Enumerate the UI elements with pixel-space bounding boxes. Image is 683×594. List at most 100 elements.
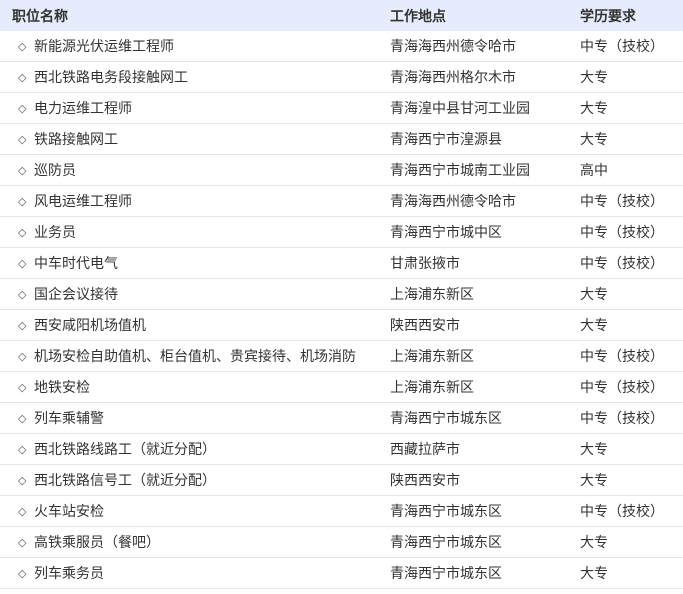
education-cell: 高中 — [580, 163, 608, 179]
education-cell: 大专 — [580, 70, 608, 86]
location-cell: 上海浦东新区 — [390, 380, 474, 396]
position-cell[interactable]: ◇ 电力运维工程师 — [0, 98, 378, 118]
education-cell: 大专 — [580, 442, 608, 458]
table-row[interactable]: ◇ 中车时代电气 甘肃张掖市 中专（技校） — [0, 248, 683, 279]
header-education: 学历要求 — [580, 8, 636, 25]
diamond-bullet-icon: ◇ — [18, 287, 27, 301]
table-body: ◇ 新能源光伏运维工程师 青海海西州德令哈市 中专（技校） ◇ 西北铁路电务段接触网工 青海… — [0, 31, 683, 589]
education-cell: 大专 — [580, 101, 608, 117]
table-row[interactable]: ◇ 西北铁路信号工（就近分配） 陕西西安市 大专 — [0, 465, 683, 496]
table-row[interactable]: ◇ 铁路接触网工 青海西宁市湟源县 大专 — [0, 124, 683, 155]
location-cell: 上海浦东新区 — [390, 287, 474, 303]
location-cell: 青海海西州格尔木市 — [390, 70, 516, 86]
position-name[interactable]: 西北铁路信号工（就近分配） — [34, 470, 216, 490]
position-name[interactable]: 地铁安检 — [34, 377, 90, 397]
diamond-bullet-icon: ◇ — [18, 411, 27, 425]
diamond-bullet-icon: ◇ — [18, 318, 27, 332]
diamond-bullet-icon: ◇ — [18, 535, 27, 549]
table-row[interactable]: ◇ 列车乘辅警 青海西宁市城东区 中专（技校） — [0, 403, 683, 434]
table-header: 职位名称 工作地点 学历要求 — [0, 0, 683, 31]
position-cell[interactable]: ◇ 业务员 — [0, 222, 378, 242]
education-cell: 大专 — [580, 287, 608, 303]
location-cell: 青海海西州德令哈市 — [390, 194, 516, 210]
position-name[interactable]: 列车乘务员 — [34, 563, 104, 583]
table-row[interactable]: ◇ 列车乘务员 青海西宁市城东区 大专 — [0, 558, 683, 589]
education-cell: 中专（技校） — [580, 349, 664, 365]
diamond-bullet-icon: ◇ — [18, 380, 27, 394]
education-cell: 大专 — [580, 535, 608, 551]
table-row[interactable]: ◇ 西北铁路线路工（就近分配） 西藏拉萨市 大专 — [0, 434, 683, 465]
education-cell: 中专（技校） — [580, 194, 664, 210]
position-name[interactable]: 巡防员 — [34, 160, 76, 180]
position-name[interactable]: 业务员 — [34, 222, 76, 242]
education-cell: 大专 — [580, 566, 608, 582]
diamond-bullet-icon: ◇ — [18, 566, 27, 580]
table-row[interactable]: ◇ 机场安检自助值机、柜台值机、贵宾接待、机场消防 上海浦东新区 中专（技校） — [0, 341, 683, 372]
location-cell: 陕西西安市 — [390, 318, 460, 334]
location-cell: 青海海西州德令哈市 — [390, 39, 516, 55]
position-cell[interactable]: ◇ 高铁乘服员（餐吧） — [0, 532, 378, 552]
position-name[interactable]: 中车时代电气 — [34, 253, 118, 273]
table-row[interactable]: ◇ 火车站安检 青海西宁市城东区 中专（技校） — [0, 496, 683, 527]
diamond-bullet-icon: ◇ — [18, 256, 27, 270]
position-cell[interactable]: ◇ 西北铁路信号工（就近分配） — [0, 470, 378, 490]
diamond-bullet-icon: ◇ — [18, 349, 27, 363]
location-cell: 青海西宁市城东区 — [390, 411, 502, 427]
position-cell[interactable]: ◇ 列车乘务员 — [0, 563, 378, 583]
table-row[interactable]: ◇ 电力运维工程师 青海湟中县甘河工业园 大专 — [0, 93, 683, 124]
position-name[interactable]: 西安咸阳机场值机 — [34, 315, 146, 335]
position-cell[interactable]: ◇ 西安咸阳机场值机 — [0, 315, 378, 335]
position-cell[interactable]: ◇ 西北铁路电务段接触网工 — [0, 67, 378, 87]
education-cell: 中专（技校） — [580, 225, 664, 241]
position-cell[interactable]: ◇ 列车乘辅警 — [0, 408, 378, 428]
position-cell[interactable]: ◇ 西北铁路线路工（就近分配） — [0, 439, 378, 459]
table-row[interactable]: ◇ 巡防员 青海西宁市城南工业园 高中 — [0, 155, 683, 186]
education-cell: 中专（技校） — [580, 39, 664, 55]
table-row[interactable]: ◇ 新能源光伏运维工程师 青海海西州德令哈市 中专（技校） — [0, 31, 683, 62]
education-cell: 大专 — [580, 318, 608, 334]
position-name[interactable]: 新能源光伏运维工程师 — [34, 36, 174, 56]
education-cell: 大专 — [580, 473, 608, 489]
diamond-bullet-icon: ◇ — [18, 163, 27, 177]
location-cell: 青海西宁市城东区 — [390, 535, 502, 551]
diamond-bullet-icon: ◇ — [18, 39, 27, 53]
table-row[interactable]: ◇ 业务员 青海西宁市城中区 中专（技校） — [0, 217, 683, 248]
position-cell[interactable]: ◇ 巡防员 — [0, 160, 378, 180]
position-name[interactable]: 电力运维工程师 — [34, 98, 132, 118]
table-row[interactable]: ◇ 地铁安检 上海浦东新区 中专（技校） — [0, 372, 683, 403]
position-name[interactable]: 西北铁路电务段接触网工 — [34, 67, 188, 87]
table-row[interactable]: ◇ 国企会议接待 上海浦东新区 大专 — [0, 279, 683, 310]
job-listing-table: 职位名称 工作地点 学历要求 ◇ 新能源光伏运维工程师 青海海西州德令哈市 中专（技校… — [0, 0, 683, 589]
position-cell[interactable]: ◇ 中车时代电气 — [0, 253, 378, 273]
education-cell: 中专（技校） — [580, 504, 664, 520]
table-row[interactable]: ◇ 高铁乘服员（餐吧） 青海西宁市城东区 大专 — [0, 527, 683, 558]
position-name[interactable]: 国企会议接待 — [34, 284, 118, 304]
table-row[interactable]: ◇ 西安咸阳机场值机 陕西西安市 大专 — [0, 310, 683, 341]
diamond-bullet-icon: ◇ — [18, 504, 27, 518]
position-cell[interactable]: ◇ 地铁安检 — [0, 377, 378, 397]
education-cell: 中专（技校） — [580, 411, 664, 427]
education-cell: 中专（技校） — [580, 380, 664, 396]
location-cell: 青海湟中县甘河工业园 — [390, 101, 530, 117]
position-cell[interactable]: ◇ 新能源光伏运维工程师 — [0, 36, 378, 56]
table-row[interactable]: ◇ 风电运维工程师 青海海西州德令哈市 中专（技校） — [0, 186, 683, 217]
table-row[interactable]: ◇ 西北铁路电务段接触网工 青海海西州格尔木市 大专 — [0, 62, 683, 93]
position-cell[interactable]: ◇ 风电运维工程师 — [0, 191, 378, 211]
position-name[interactable]: 西北铁路线路工（就近分配） — [34, 439, 216, 459]
position-name[interactable]: 机场安检自助值机、柜台值机、贵宾接待、机场消防 — [34, 346, 356, 366]
location-cell: 陕西西安市 — [390, 473, 460, 489]
position-name[interactable]: 列车乘辅警 — [34, 408, 104, 428]
position-name[interactable]: 铁路接触网工 — [34, 129, 118, 149]
position-cell[interactable]: ◇ 机场安检自助值机、柜台值机、贵宾接待、机场消防 — [0, 346, 378, 366]
position-cell[interactable]: ◇ 铁路接触网工 — [0, 129, 378, 149]
education-cell: 中专（技校） — [580, 256, 664, 272]
location-cell: 西藏拉萨市 — [390, 442, 460, 458]
position-cell[interactable]: ◇ 国企会议接待 — [0, 284, 378, 304]
position-cell[interactable]: ◇ 火车站安检 — [0, 501, 378, 521]
diamond-bullet-icon: ◇ — [18, 194, 27, 208]
location-cell: 青海西宁市城东区 — [390, 566, 502, 582]
position-name[interactable]: 风电运维工程师 — [34, 191, 132, 211]
position-name[interactable]: 火车站安检 — [34, 501, 104, 521]
location-cell: 青海西宁市城东区 — [390, 504, 502, 520]
position-name[interactable]: 高铁乘服员（餐吧） — [34, 532, 160, 552]
